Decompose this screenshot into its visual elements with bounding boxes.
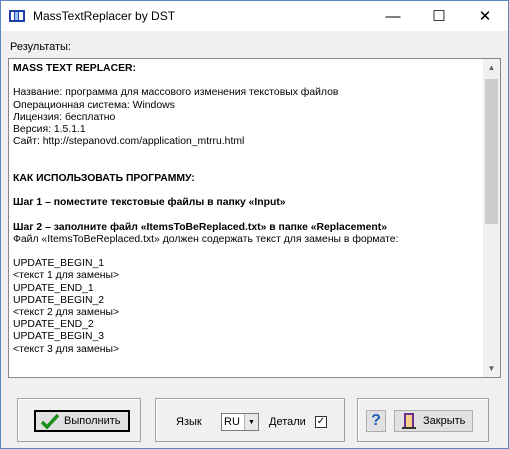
question-icon: ? bbox=[371, 412, 381, 429]
results-line: Сайт: http://stepanovd.com/application_m… bbox=[13, 136, 245, 148]
close-button[interactable]: Закрыть bbox=[394, 410, 473, 432]
scroll-up-arrow-icon[interactable]: ▲ bbox=[483, 59, 500, 76]
checkmark-icon bbox=[41, 412, 59, 430]
results-line: UPDATE_END_2 bbox=[13, 319, 94, 331]
help-button[interactable]: ? bbox=[366, 410, 386, 432]
results-text[interactable]: MASS TEXT REPLACER: Название: программа … bbox=[13, 63, 481, 374]
results-line bbox=[13, 161, 481, 173]
results-line: <текст 1 для замены> bbox=[13, 270, 120, 282]
results-line bbox=[13, 148, 481, 160]
results-line: <текст 2 для замены> bbox=[13, 307, 120, 319]
maximize-button[interactable]: ☐ bbox=[416, 1, 462, 31]
results-line: Файл «ItemsToBeReplaced.txt» должен соде… bbox=[13, 233, 399, 245]
window-title: MassTextReplacer by DST bbox=[33, 9, 176, 23]
results-line bbox=[13, 246, 481, 258]
run-button[interactable]: Выполнить bbox=[34, 410, 130, 432]
results-line: UPDATE_END_1 bbox=[13, 282, 94, 294]
run-button-label: Выполнить bbox=[64, 415, 121, 427]
close-window-button[interactable]: ✕ bbox=[462, 1, 508, 31]
minimize-button[interactable]: — bbox=[370, 1, 416, 31]
results-line: Название: программа для массового измене… bbox=[13, 87, 339, 99]
details-label: Детали bbox=[269, 416, 306, 428]
app-window: MassTextReplacer by DST — ☐ ✕ Результаты… bbox=[0, 0, 509, 449]
results-line bbox=[13, 185, 481, 197]
scroll-thumb[interactable] bbox=[485, 79, 498, 224]
results-label: Результаты: bbox=[10, 41, 71, 53]
language-label: Язык bbox=[176, 416, 202, 428]
results-line: UPDATE_BEGIN_3 bbox=[13, 331, 105, 343]
language-value: RU bbox=[224, 416, 240, 428]
scroll-down-arrow-icon[interactable]: ▼ bbox=[483, 360, 500, 377]
results-line: Шаг 1 – поместите текстовые файлы в папк… bbox=[13, 197, 286, 209]
exit-door-icon bbox=[400, 412, 418, 430]
vertical-scrollbar[interactable]: ▲ ▼ bbox=[483, 59, 500, 377]
results-line: <текст 3 для замены> bbox=[13, 343, 120, 355]
results-line: КАК ИСПОЛЬЗОВАТЬ ПРОГРАММУ: bbox=[13, 172, 195, 184]
results-textbox[interactable]: MASS TEXT REPLACER: Название: программа … bbox=[8, 58, 501, 378]
app-icon bbox=[9, 10, 25, 22]
title-bar[interactable]: MassTextReplacer by DST — ☐ ✕ bbox=[1, 1, 508, 31]
results-line: Шаг 2 – заполните файл «ItemsToBeReplace… bbox=[13, 221, 387, 233]
results-line: Версия: 1.5.1.1 bbox=[13, 124, 86, 136]
results-line: Лицензия: бесплатно bbox=[13, 111, 116, 123]
results-line: UPDATE_BEGIN_2 bbox=[13, 294, 105, 306]
results-line bbox=[13, 75, 481, 87]
details-checkbox[interactable]: ✓ bbox=[315, 416, 327, 428]
results-line bbox=[13, 209, 481, 221]
language-select[interactable]: RU ▼ bbox=[221, 413, 259, 431]
chevron-down-icon[interactable]: ▼ bbox=[244, 414, 258, 430]
results-line: UPDATE_BEGIN_1 bbox=[13, 258, 105, 270]
close-button-label: Закрыть bbox=[423, 415, 466, 427]
results-line: Операционная система: Windows bbox=[13, 99, 175, 111]
results-line: MASS TEXT REPLACER: bbox=[13, 63, 136, 74]
